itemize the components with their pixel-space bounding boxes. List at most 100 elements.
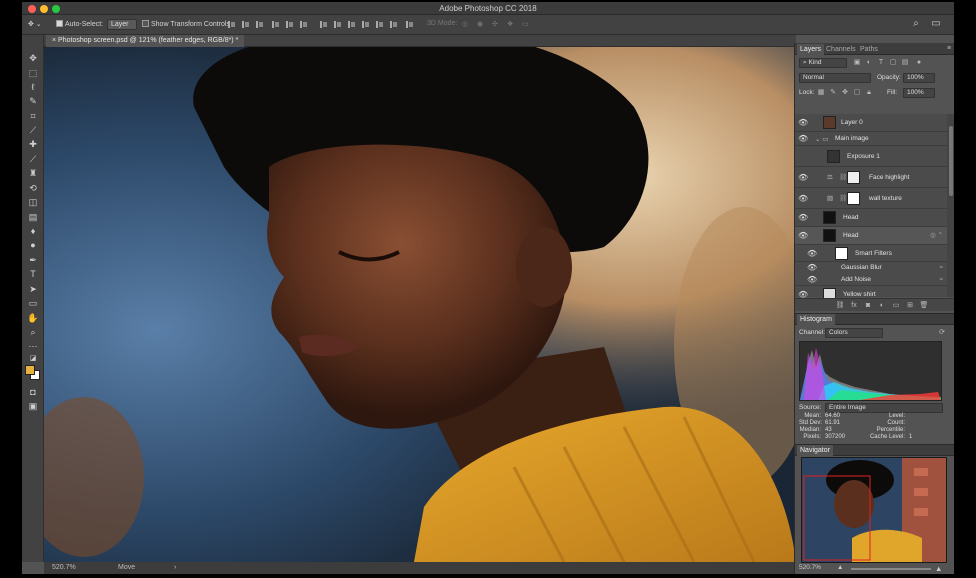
healing-brush-tool-icon[interactable]: ✚ bbox=[27, 139, 39, 150]
histogram-title[interactable]: Histogram bbox=[797, 314, 835, 325]
default-colors-icon[interactable]: ◪ bbox=[27, 353, 39, 364]
type-tool-icon[interactable]: T bbox=[27, 269, 39, 280]
filter-options-icon[interactable]: ≈ bbox=[939, 264, 943, 271]
dodge-tool-icon[interactable]: ● bbox=[27, 240, 39, 251]
visibility-eye-icon[interactable]: 👁︎ bbox=[798, 174, 808, 182]
navigator-preview[interactable] bbox=[801, 457, 947, 563]
add-layer-style-icon[interactable]: fx bbox=[849, 301, 859, 310]
workspace-icon[interactable]: ▭ bbox=[930, 18, 942, 30]
lock-transparent-icon[interactable]: ▦ bbox=[817, 89, 825, 97]
auto-select-checkbox[interactable]: Auto-Select: bbox=[56, 20, 103, 30]
filter-row[interactable]: 👁︎ Add Noise ≈ bbox=[795, 274, 947, 286]
3d-pan-icon[interactable]: ✣ bbox=[492, 20, 498, 30]
visibility-eye-icon[interactable]: 👁︎ bbox=[798, 119, 808, 127]
filter-type-icon[interactable]: T bbox=[877, 59, 885, 67]
filter-toggle-icon[interactable]: ● bbox=[915, 59, 923, 67]
move-tool-preset-icon[interactable]: ✥ ⌄ bbox=[28, 20, 42, 30]
panel-menu-icon[interactable]: ≡ bbox=[945, 45, 953, 53]
align-right-icon[interactable] bbox=[299, 20, 308, 29]
3d-scale-icon[interactable]: ▭ bbox=[522, 20, 529, 30]
filter-options-icon[interactable]: ≈ bbox=[939, 276, 943, 283]
align-bottom-icon[interactable] bbox=[255, 20, 264, 29]
quick-mask-icon[interactable]: ◘ bbox=[27, 387, 39, 398]
blur-tool-icon[interactable]: ♦ bbox=[27, 226, 39, 237]
zoom-out-icon[interactable]: ▲ bbox=[837, 564, 843, 571]
zoom-slider[interactable] bbox=[851, 568, 931, 570]
navigator-zoom-value[interactable]: 520.7% bbox=[799, 564, 821, 571]
eraser-tool-icon[interactable]: ◫ bbox=[27, 197, 39, 208]
delete-layer-icon[interactable]: 🗑︎ bbox=[919, 301, 929, 310]
foreground-color-swatch[interactable] bbox=[25, 365, 35, 375]
visibility-eye-icon[interactable]: 👁︎ bbox=[807, 276, 817, 284]
visibility-eye-icon[interactable]: 👁︎ bbox=[798, 232, 808, 240]
link-layers-icon[interactable]: ⛓ bbox=[835, 301, 845, 310]
lock-all-icon[interactable]: 🔒︎ bbox=[865, 89, 873, 97]
layer-group-row[interactable]: 👁︎ ⌄ ▭ Main image bbox=[795, 132, 947, 146]
auto-align-layers-icon[interactable] bbox=[405, 20, 414, 29]
pen-tool-icon[interactable]: ✒ bbox=[27, 255, 39, 266]
brush-tool-icon[interactable]: ⟋ bbox=[27, 154, 39, 165]
show-transform-controls-checkbox[interactable]: Show Transform Controls bbox=[142, 20, 230, 30]
eyedropper-tool-icon[interactable]: ⟋ bbox=[27, 125, 39, 136]
distribute-bottom-icon[interactable] bbox=[347, 20, 356, 29]
lasso-tool-icon[interactable]: ℓ bbox=[27, 82, 39, 93]
layer-row-selected[interactable]: 👁︎ Head ◎ ⌃ bbox=[795, 227, 947, 245]
canvas[interactable] bbox=[44, 47, 796, 562]
3d-orbit-icon[interactable]: ◎ bbox=[462, 20, 468, 30]
distribute-vcenter-icon[interactable] bbox=[333, 20, 342, 29]
visibility-eye-icon[interactable]: 👁︎ bbox=[807, 264, 817, 272]
filter-adjustment-icon[interactable]: ◐ bbox=[865, 59, 873, 67]
zoom-level[interactable]: 520.7% bbox=[52, 562, 76, 574]
opacity-field[interactable]: 100% bbox=[903, 73, 935, 83]
lock-artboard-icon[interactable]: ▢ bbox=[853, 89, 861, 97]
align-top-icon[interactable] bbox=[227, 20, 236, 29]
search-icon[interactable]: ⌕ bbox=[910, 18, 922, 30]
filter-row[interactable]: 👁︎ Gaussian Blur ≈ bbox=[795, 262, 947, 274]
layer-row[interactable]: 👁︎ Smart Filters bbox=[795, 245, 947, 262]
navigator-title[interactable]: Navigator bbox=[797, 445, 833, 456]
source-dropdown[interactable]: Entire Image bbox=[825, 403, 943, 413]
fill-field[interactable]: 100% bbox=[903, 88, 935, 98]
clone-stamp-tool-icon[interactable]: ♜ bbox=[27, 168, 39, 179]
layer-kind-filter[interactable]: ⌕ Kind bbox=[799, 58, 847, 68]
status-arrow-icon[interactable]: › bbox=[174, 562, 176, 574]
quick-selection-tool-icon[interactable]: ✎ bbox=[27, 96, 39, 107]
refresh-icon[interactable]: ⟳ bbox=[938, 329, 946, 337]
tab-paths[interactable]: Paths bbox=[857, 44, 881, 55]
marquee-tool-icon[interactable]: ⬚ bbox=[27, 68, 39, 79]
zoom-tool-icon[interactable]: ⌕ bbox=[27, 327, 39, 338]
layer-row[interactable]: 👁︎ ⚖ ⛓ Face highlight bbox=[795, 167, 947, 188]
distribute-hcenter-icon[interactable] bbox=[375, 20, 384, 29]
move-tool-icon[interactable]: ✥ bbox=[27, 53, 39, 64]
channel-dropdown[interactable]: Colors bbox=[825, 328, 883, 338]
history-brush-tool-icon[interactable]: ⟲ bbox=[27, 183, 39, 194]
distribute-top-icon[interactable] bbox=[319, 20, 328, 29]
visibility-eye-icon[interactable]: 👁︎ bbox=[798, 195, 808, 203]
distribute-left-icon[interactable] bbox=[361, 20, 370, 29]
lock-image-icon[interactable]: ✎ bbox=[829, 89, 837, 97]
path-selection-tool-icon[interactable]: ➤ bbox=[27, 284, 39, 295]
scrollbar-thumb[interactable] bbox=[949, 126, 953, 196]
visibility-eye-icon[interactable]: 👁︎ bbox=[807, 250, 817, 258]
3d-roll-icon[interactable]: ◉ bbox=[477, 20, 483, 30]
tab-channels[interactable]: Channels bbox=[823, 44, 859, 55]
blend-mode-dropdown[interactable]: Normal bbox=[799, 73, 871, 83]
layers-scrollbar[interactable] bbox=[947, 114, 954, 297]
smart-filters-badge-icon[interactable]: ◎ ⌃ bbox=[930, 231, 943, 239]
hand-tool-icon[interactable]: ✋ bbox=[27, 313, 39, 324]
distribute-right-icon[interactable] bbox=[389, 20, 398, 29]
new-group-icon[interactable]: ▭ bbox=[891, 301, 901, 310]
align-horizontal-center-icon[interactable] bbox=[285, 20, 294, 29]
edit-toolbar-icon[interactable]: ⋯ bbox=[27, 341, 39, 352]
filter-shape-icon[interactable]: ▢ bbox=[889, 59, 897, 67]
layer-row[interactable]: Exposure 1 bbox=[795, 146, 947, 167]
zoom-in-icon[interactable]: ▲ bbox=[935, 564, 942, 573]
3d-slide-icon[interactable]: ❖ bbox=[507, 20, 513, 30]
document-tab[interactable]: × Photoshop screen.psd @ 121% (feather e… bbox=[46, 35, 245, 47]
filter-pixel-icon[interactable]: ▣ bbox=[853, 59, 861, 67]
lock-position-icon[interactable]: ✥ bbox=[841, 89, 849, 97]
align-left-icon[interactable] bbox=[271, 20, 280, 29]
gradient-tool-icon[interactable]: ▤ bbox=[27, 212, 39, 223]
new-adjustment-layer-icon[interactable]: ◐ bbox=[877, 301, 887, 310]
crop-tool-icon[interactable]: ⌗ bbox=[27, 111, 39, 122]
